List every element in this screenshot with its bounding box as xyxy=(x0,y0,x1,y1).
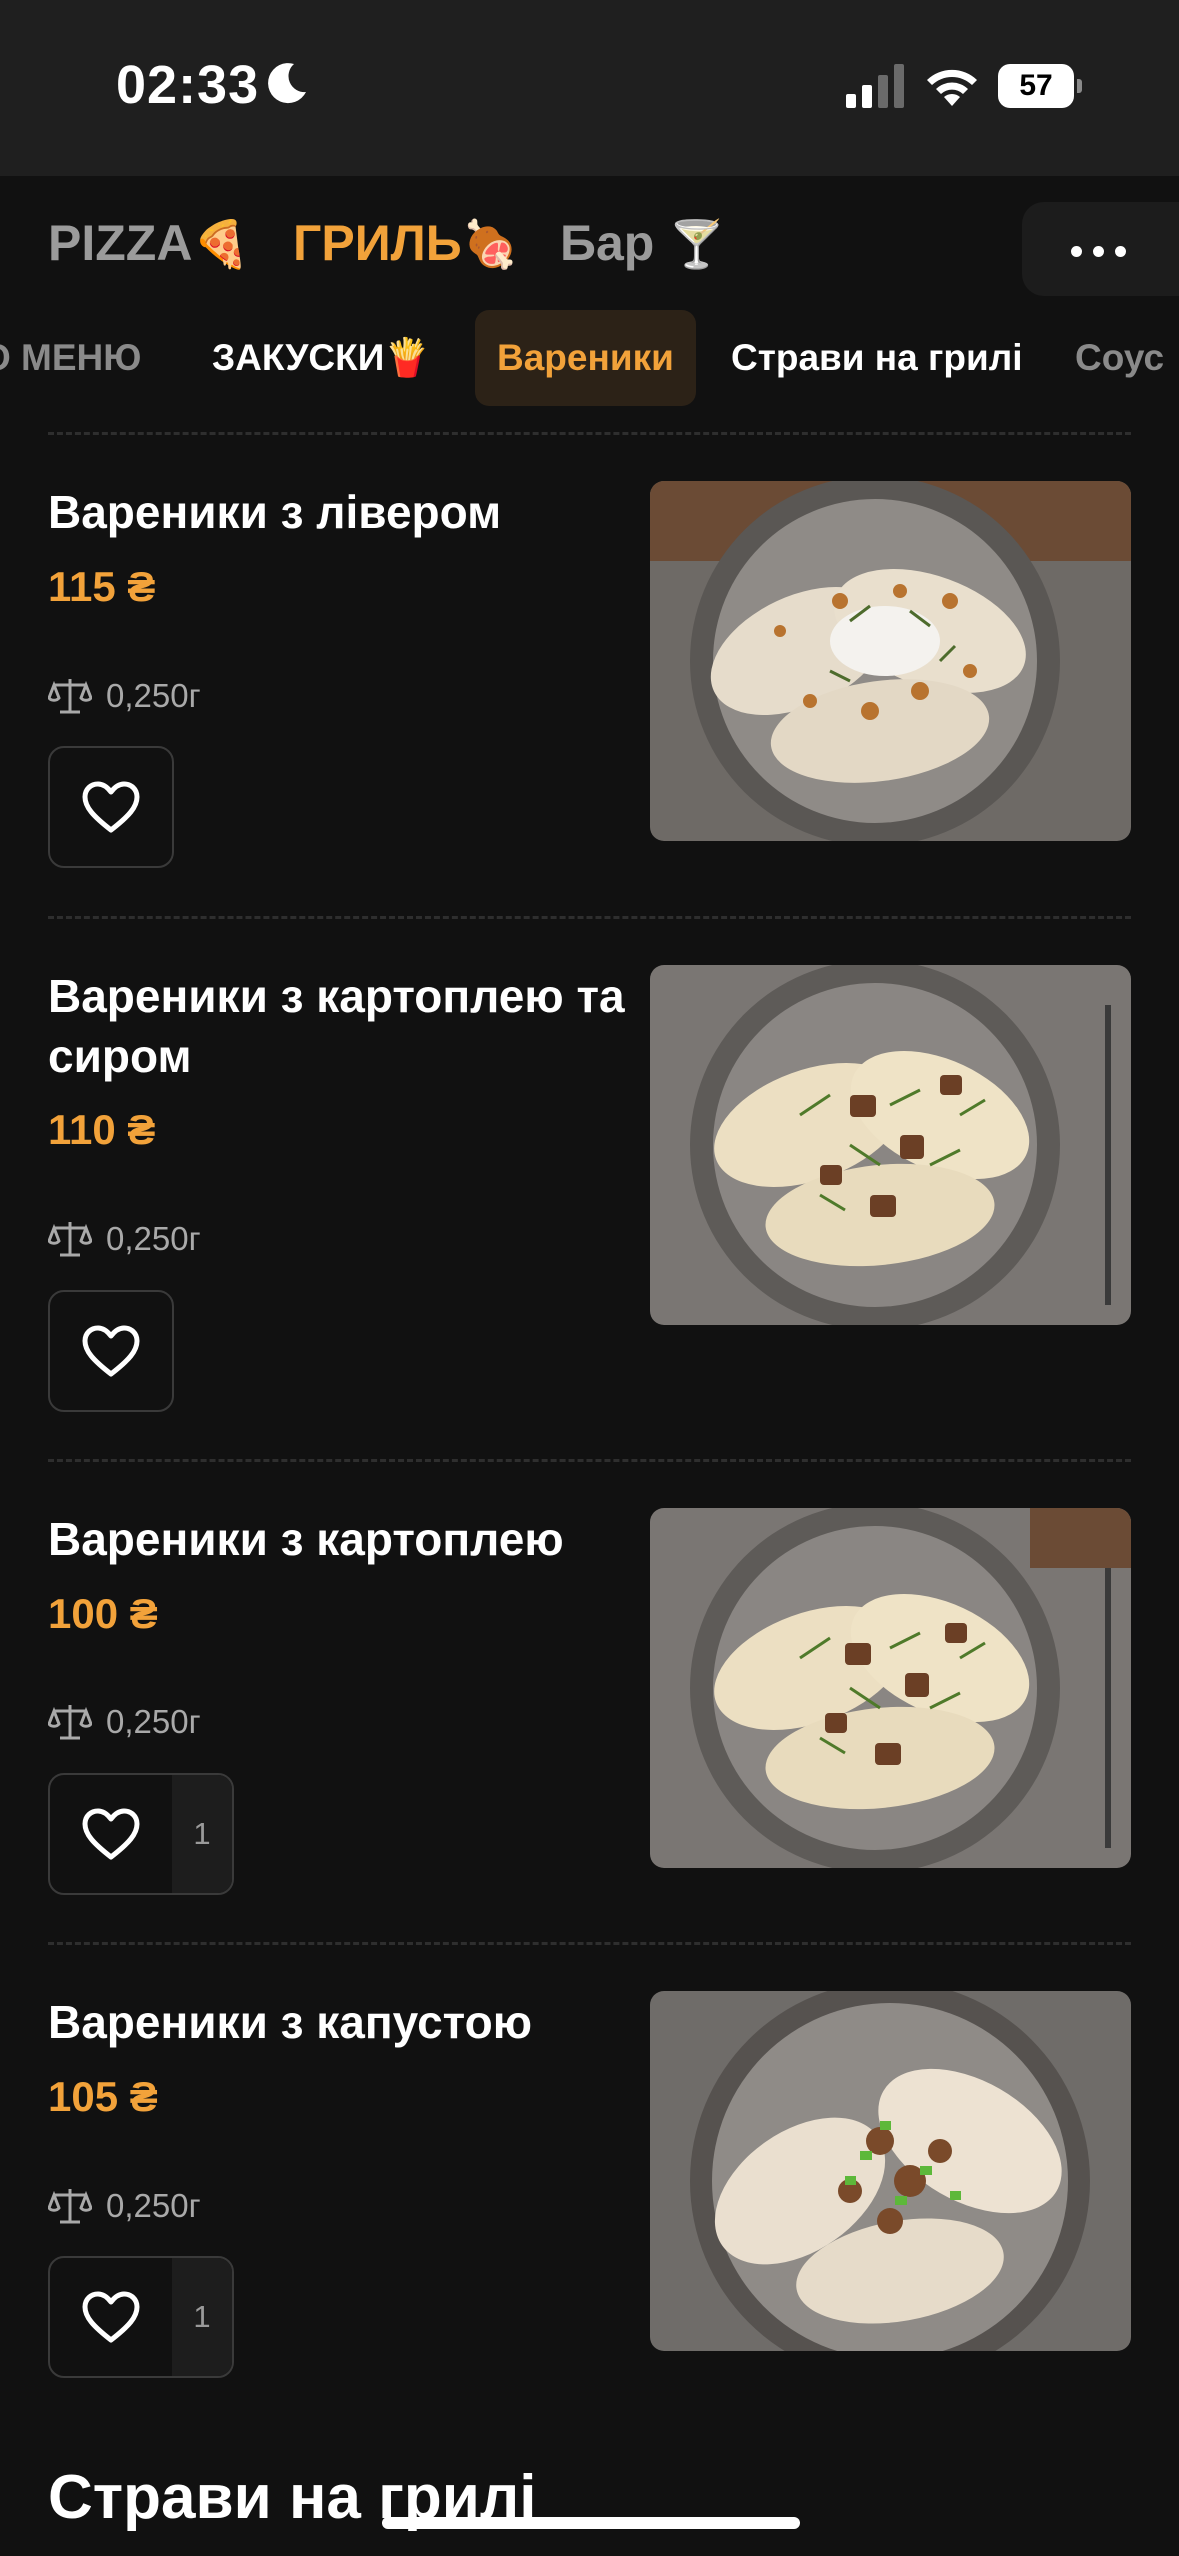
favorite-control xyxy=(48,1290,174,1412)
pizza-icon: 🍕 xyxy=(192,218,250,270)
favorite-count: 1 xyxy=(172,1775,232,1893)
product-photo[interactable] xyxy=(650,481,1131,841)
clock: 02:33 xyxy=(116,55,260,115)
status-bar: 02:33 57 xyxy=(0,0,1179,176)
moon-icon xyxy=(268,63,306,104)
heart-icon xyxy=(82,1325,140,1377)
scale-icon xyxy=(48,1705,92,1740)
product-photo[interactable] xyxy=(650,1991,1131,2351)
subcategory-tab-varenyky[interactable]: Вареники xyxy=(475,310,696,406)
product-photo[interactable] xyxy=(650,965,1131,1325)
category-tab-grill[interactable]: ГРИЛЬ🍖 xyxy=(293,214,519,272)
divider xyxy=(48,1459,1131,1462)
scale-icon xyxy=(48,1222,92,1257)
product-price: 110 ₴ xyxy=(48,1106,156,1153)
subcategory-tab-grill-dishes[interactable]: Страви на грилі xyxy=(709,310,1045,406)
product-photo[interactable] xyxy=(650,1508,1131,1868)
favorite-button[interactable] xyxy=(50,748,172,866)
divider xyxy=(48,916,1131,919)
category-label: PIZZA xyxy=(48,215,193,271)
favorite-count: 1 xyxy=(172,2258,232,2376)
weight-value: 0,250г xyxy=(106,1220,201,1257)
favorite-button[interactable] xyxy=(50,2258,172,2376)
battery-tip xyxy=(1077,79,1082,93)
subcategory-tab-menu[interactable]: О МЕНЮ xyxy=(0,310,163,406)
favorite-control: 1 xyxy=(48,1773,234,1895)
battery-indicator: 57 xyxy=(998,64,1082,108)
heart-icon xyxy=(82,2291,140,2343)
home-indicator[interactable] xyxy=(382,2517,800,2529)
product-name: Вареники з лівером xyxy=(48,486,502,538)
product-price: 105 ₴ xyxy=(48,2073,158,2120)
varenyky-potato-image xyxy=(650,1508,1131,1868)
product-weight: 0,250г xyxy=(48,1702,201,1742)
weight-value: 0,250г xyxy=(106,2187,201,2224)
more-dots-icon xyxy=(1071,246,1082,257)
product-price: 115 ₴ xyxy=(48,563,156,610)
favorite-control: 1 xyxy=(48,2256,234,2378)
varenyky-cabbage-image xyxy=(650,1991,1131,2351)
product-weight: 0,250г xyxy=(48,676,201,716)
subcategory-tab-snacks[interactable]: ЗАКУСКИ🍟 xyxy=(190,310,452,406)
cocktail-icon: 🍸 xyxy=(668,218,726,270)
heart-icon xyxy=(82,1808,140,1860)
wifi-icon xyxy=(927,69,977,106)
more-dot xyxy=(1115,246,1126,257)
more-button[interactable] xyxy=(1022,202,1179,296)
varenyky-potato-cheese-image xyxy=(650,965,1131,1325)
weight-value: 0,250г xyxy=(106,677,201,714)
more-dot xyxy=(1093,246,1104,257)
favorite-control xyxy=(48,746,174,868)
favorite-button[interactable] xyxy=(50,1292,172,1410)
heart-icon xyxy=(82,781,140,833)
battery-percent: 57 xyxy=(1019,69,1053,102)
divider xyxy=(48,1942,1131,1945)
category-tab-pizza[interactable]: PIZZA🍕 xyxy=(48,214,250,272)
scale-icon xyxy=(48,2189,92,2224)
category-label: Бар xyxy=(560,215,655,271)
category-label: ГРИЛЬ xyxy=(293,215,462,271)
product-name: Вареники з картоплею та сиром xyxy=(48,970,625,1082)
weight-value: 0,250г xyxy=(106,1703,201,1740)
product-name: Вареники з капустою xyxy=(48,1996,532,2048)
product-price: 100 ₴ xyxy=(48,1590,158,1637)
meat-icon: 🍖 xyxy=(461,218,519,270)
favorite-button[interactable] xyxy=(50,1775,172,1893)
product-name: Вареники з картоплею xyxy=(48,1513,564,1565)
varenyky-liver-image xyxy=(650,481,1131,841)
divider xyxy=(48,432,1131,435)
scale-icon xyxy=(48,679,92,714)
category-tab-bar[interactable]: Бар 🍸 xyxy=(560,214,725,272)
subcategory-tab-sauces[interactable]: Соус xyxy=(1053,310,1179,406)
product-weight: 0,250г xyxy=(48,1219,201,1259)
product-weight: 0,250г xyxy=(48,2186,201,2226)
cellular-signal-icon xyxy=(846,64,904,108)
